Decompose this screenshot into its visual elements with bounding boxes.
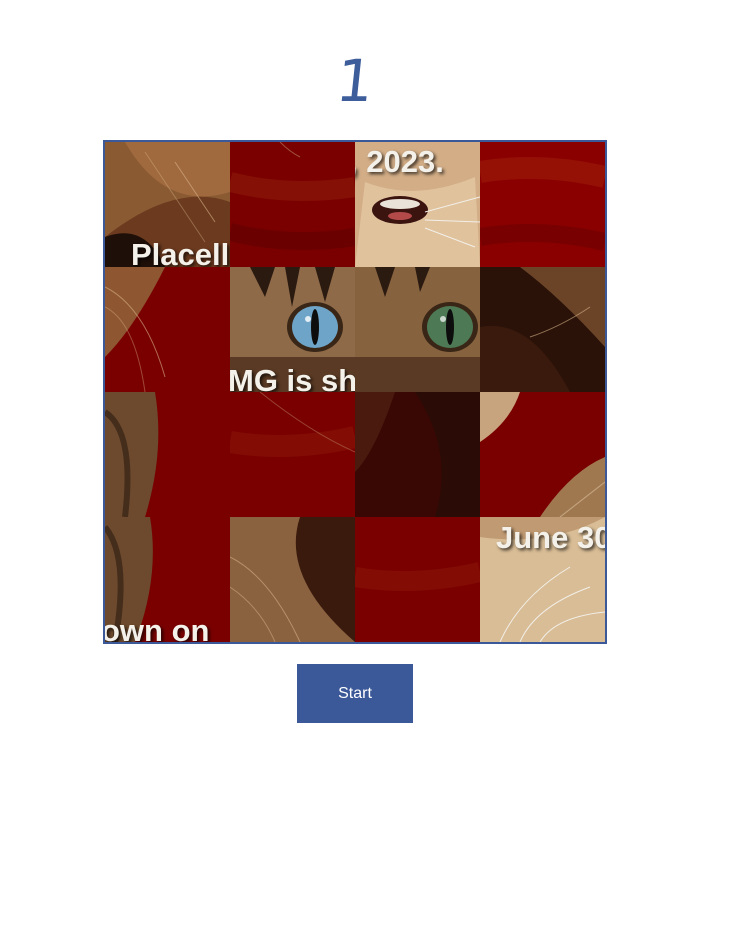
puzzle-tile[interactable] <box>480 392 605 517</box>
puzzle-tile[interactable] <box>105 392 230 517</box>
puzzle-board: Placell , 2023. MG is sh own on June 30 <box>103 140 607 644</box>
puzzle-tile[interactable]: Placell <box>105 142 230 267</box>
puzzle-tile[interactable]: MG is shutting do <box>230 267 355 392</box>
tile-text: own on <box>105 613 210 642</box>
puzzle-tile[interactable] <box>480 142 605 267</box>
tile-text: , 2023. <box>355 144 444 179</box>
page: 1 Placell , 2023. MG is sh own on June 3… <box>0 0 743 929</box>
move-counter: 1 <box>332 47 378 115</box>
puzzle-tile[interactable]: June 30 <box>480 517 605 642</box>
puzzle-tile[interactable] <box>355 517 480 642</box>
puzzle-tile[interactable] <box>105 267 230 392</box>
puzzle-tile[interactable] <box>355 267 480 392</box>
tile-text: June 30 <box>496 520 605 555</box>
puzzle-tile[interactable] <box>480 267 605 392</box>
puzzle-tile[interactable] <box>230 517 355 642</box>
puzzle-tile[interactable]: own on <box>105 517 230 642</box>
tile-text: MG is shutting do <box>230 363 355 392</box>
puzzle-tile[interactable] <box>230 142 355 267</box>
puzzle-tile[interactable] <box>355 392 480 517</box>
puzzle-tile[interactable]: , 2023. <box>355 142 480 267</box>
tile-text: Placell <box>131 237 230 267</box>
puzzle-tile[interactable] <box>230 392 355 517</box>
start-button[interactable]: Start <box>297 664 413 723</box>
